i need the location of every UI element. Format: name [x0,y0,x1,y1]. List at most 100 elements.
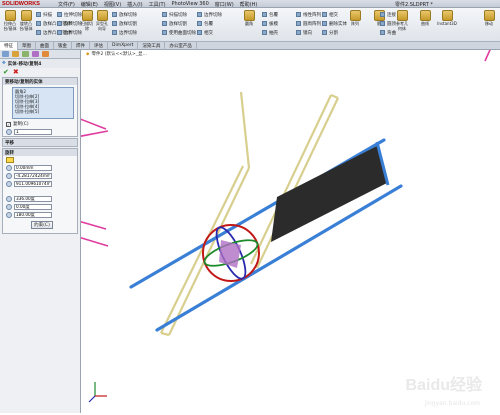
ribbon-big-button[interactable]: 异型孔向导 [95,10,109,31]
group-title-rotate[interactable]: 旋转 [3,149,77,156]
ribbon-item[interactable]: 使用曲面切除 [162,29,196,36]
ribbon-item[interactable]: 拔模 [262,20,278,27]
ribbon-item[interactable]: 扫描切除 [162,11,196,18]
document-title: 零件2.SLDPRT * [395,2,433,8]
property-manager: ✥ 实体-移动/复制4 ✔ ✖ 要移动/复制的实体 圆角2 切除-拉伸[2] 切… [0,50,81,413]
menu-tools[interactable]: 工具(T) [149,1,166,8]
menu-view[interactable]: 视图(V) [104,1,121,8]
cancel-x-icon[interactable]: ✖ [13,68,19,76]
tab-features[interactable]: 特征 [0,42,18,50]
ribbon-item[interactable]: 连接 [380,11,396,18]
tab-sheet-metal[interactable]: 钣金 [54,42,72,50]
rotation-origin-selection[interactable] [6,157,14,163]
angle-z-input[interactable] [14,211,52,218]
ok-check-icon[interactable]: ✔ [3,68,9,76]
ribbon-item[interactable]: 弯曲 [380,29,396,36]
menu-insert[interactable]: 插入(I) [127,1,142,8]
ribbon-big-button[interactable]: Instant3D [437,10,457,27]
ribbon-big-button[interactable]: 曲线 [418,10,432,27]
tab-evaluate[interactable]: 评估 [90,42,108,50]
copies-icon [6,128,12,135]
ribbon-big-button[interactable]: 圆角 [242,10,256,27]
configuration-icon[interactable] [22,51,29,57]
ribbon-item[interactable]: 放样切割 [112,20,137,27]
ribbon-item[interactable]: 边界切除 [57,29,82,36]
menu-photoview[interactable]: PhotoView 360 [172,1,209,8]
constraints-button[interactable]: 约束(C) [31,221,53,229]
origin-y-input[interactable] [14,172,52,179]
ribbon-item[interactable]: 包覆 [262,11,278,18]
ribbon-big-button[interactable]: 参考几何体 [395,10,409,31]
tab-surfaces[interactable]: 曲面 [36,42,54,50]
tab-dimxpert[interactable]: DimXpert [108,42,139,50]
ribbon-big-button[interactable]: 拉伸凸台/基体 [3,10,17,31]
ribbon-item[interactable]: 删除实体 [322,20,347,27]
ribbon-item[interactable]: 放样切除 [112,11,137,18]
menu-file[interactable]: 文件(F) [58,1,75,8]
ribbon-big-button[interactable]: 旋转凸台/基体 [19,10,33,31]
ribbon-big-label: 拉伸凸台/基体 [3,21,17,31]
ribbon-item[interactable]: 分割 [322,29,347,36]
angle-x-input[interactable] [14,195,52,202]
ribbon-item[interactable]: 镜向 [296,29,321,36]
breadcrumb[interactable]: ◆ 零件2 (默认<<默认>_显... [86,51,147,58]
copy-checkbox[interactable]: ✓ [6,121,11,127]
ribbon-big-label: 旋转凸台/基体 [19,21,33,31]
ribbon-item[interactable]: 抽壳 [262,29,278,36]
ribbon-item-label: 扫描 [43,12,52,18]
property-manager-icon[interactable] [12,51,19,57]
ribbon-item-label: 拔模 [269,21,278,27]
rotation-triad[interactable] [202,224,261,282]
tool-icon [112,21,117,26]
tool-icon [296,12,301,17]
origin-z-input[interactable] [14,180,52,187]
menu-help[interactable]: 帮助(H) [240,1,258,8]
copy-checkbox-row[interactable]: ✓ 复制(C) [6,121,74,127]
watermark-sub: jingyan.baidu.com [424,400,480,407]
menu-edit[interactable]: 编辑(E) [81,1,98,8]
ribbon-big-button[interactable]: 阵列 [348,10,362,27]
rotate-group: 旋转 约束(C) [2,148,78,234]
angle-y-input[interactable] [14,203,52,210]
tab-render-tools[interactable]: 渲染工具 [138,42,166,50]
origin-x-input[interactable] [14,164,52,171]
tab-sketch[interactable]: 草图 [18,42,36,50]
ribbon-item[interactable]: 线性阵列 [296,11,321,18]
ribbon-item[interactable]: 拉伸切除 [57,11,82,18]
list-item[interactable]: 切除-拉伸[5] [15,109,71,114]
model-view[interactable] [28,31,500,413]
feature-tree-icon[interactable] [2,51,9,57]
ribbon-item-label: 使用曲面切除 [169,30,196,36]
ribbon-item[interactable]: 边界切除 [112,29,137,36]
ribbon-item[interactable]: 圆周阵列 [296,20,321,27]
watermark: Baidu经验 [405,377,482,394]
copy-count-input[interactable] [14,128,52,135]
ribbon-item[interactable]: 圆顶 [380,20,396,27]
move-body-icon: ✥ [2,61,6,66]
graphics-area[interactable] [28,31,500,413]
title-bar: SOLIDWORKS 文件(F) 编辑(E) 视图(V) 插入(I) 工具(T)… [0,0,500,8]
ribbon-item[interactable]: 旋转切除 [57,20,82,27]
menu-window[interactable]: 窗口(W) [215,1,234,8]
bodies-listbox[interactable]: 圆角2 切除-拉伸[2] 切除-拉伸[3] 切除-拉伸[4] 切除-拉伸[5] [12,87,74,119]
ribbon-big-button[interactable]: 移动 [482,10,496,27]
ribbon-item[interactable]: 相交 [322,11,347,18]
ribbon-item-label: 线性阵列 [303,12,321,18]
ribbon-item[interactable]: 放样切割 [162,20,196,27]
dimxpert-icon[interactable] [32,51,39,57]
group-title-translate[interactable]: 平移 [3,139,77,146]
tool-icon [162,21,167,26]
tab-office-products[interactable]: 办公室产品 [165,42,197,50]
ribbon-column: 线性阵列圆周阵列镜向 [296,11,321,36]
ribbon-item-label: 连接 [387,12,396,18]
angle-y-row [6,203,74,210]
tool-icon [197,12,202,17]
ribbon-item[interactable]: 相交 [197,29,222,36]
group-title-bodies[interactable]: 要移动/复制的实体 [3,78,77,85]
ribbon-item[interactable]: 包覆 [197,20,222,27]
ribbon-big-button[interactable]: 扫描切除 [80,10,94,31]
tab-weldments[interactable]: 焊件 [72,42,90,50]
ribbon-item[interactable]: 边界切除 [197,11,222,18]
display-manager-icon[interactable] [42,51,49,57]
tool-icon [162,12,167,17]
